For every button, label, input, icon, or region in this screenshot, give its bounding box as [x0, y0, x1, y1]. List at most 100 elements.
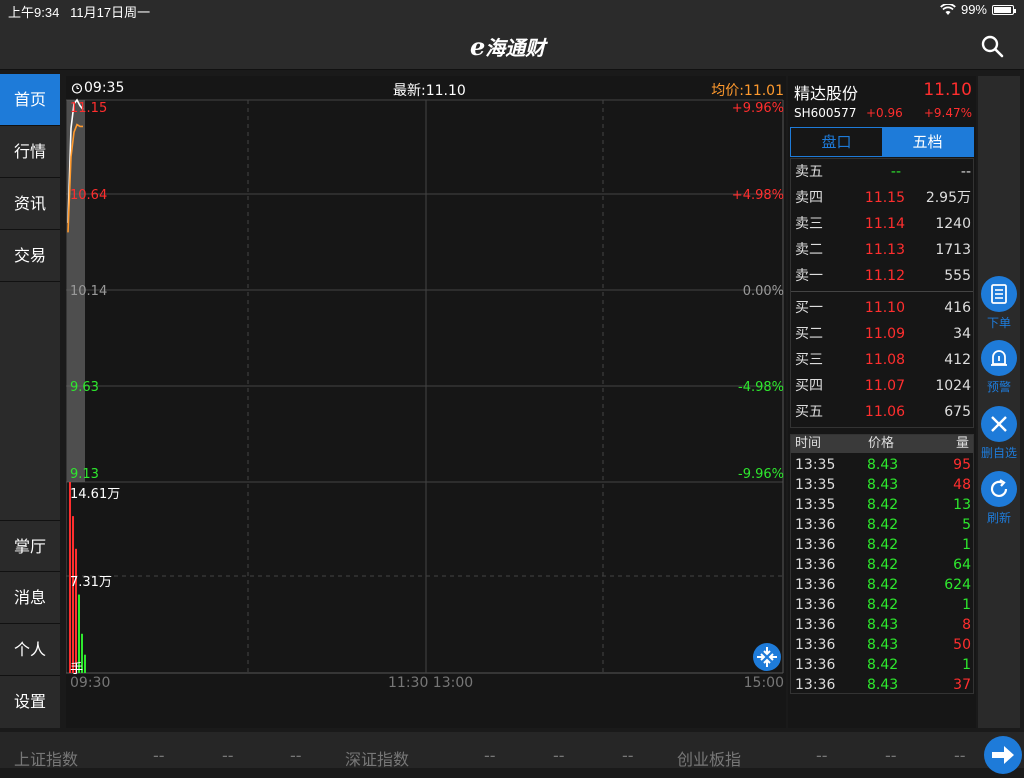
- ask-label: 卖五: [795, 164, 823, 180]
- tick-list[interactable]: 时间 价格 量 13:35 8.43 95 13:35 8.43 48 13:35 8.42 1…: [790, 434, 974, 694]
- left-nav: 首页 行情 资讯 交易 掌厅 消息 个人 设置: [0, 74, 60, 728]
- nav-item-trade[interactable]: 交易: [0, 230, 60, 282]
- refresh-button[interactable]: 刷新: [980, 471, 1018, 526]
- price-level-label: 11.15: [70, 101, 108, 116]
- tick-price: 8.42: [867, 557, 899, 573]
- tick-price: 8.42: [867, 517, 899, 533]
- bid-volume: 675: [944, 404, 971, 420]
- tick-time: 13:35: [795, 497, 836, 513]
- volume-bar: [75, 548, 77, 673]
- bid-row: 买一 11.10 416: [795, 295, 971, 321]
- tick-volume: 13: [953, 497, 971, 513]
- order-book-divider: [791, 291, 973, 292]
- index-value: --: [622, 746, 634, 765]
- ask-volume: 555: [944, 268, 971, 284]
- tick-time: 13:36: [795, 517, 836, 533]
- bid-price: 11.10: [864, 300, 905, 316]
- ask-volume: 1240: [935, 216, 971, 232]
- remove-watchlist-button[interactable]: 删自选: [980, 406, 1018, 461]
- timeshare-chart[interactable]: [66, 76, 786, 716]
- ask-volume: 2.95万: [925, 190, 971, 206]
- order-book: 卖五 -- -- 卖四 11.15 2.95万 卖三 11.14 1240 卖二…: [790, 158, 974, 428]
- bid-volume: 34: [953, 326, 971, 342]
- order-form-icon: [981, 276, 1017, 312]
- ask-label: 卖四: [795, 190, 823, 206]
- tick-time: 13:36: [795, 577, 836, 593]
- tick-row: 13:36 8.42 5: [795, 515, 971, 535]
- tab-pankou[interactable]: 盘口: [791, 128, 882, 156]
- nav-item-settings[interactable]: 设置: [0, 676, 60, 728]
- bid-price: 11.09: [864, 326, 905, 342]
- pct-level-label: +4.98%: [731, 188, 784, 203]
- tick-header-volume: 量: [955, 436, 969, 451]
- nav-item-hall[interactable]: 掌厅: [0, 520, 60, 572]
- tick-row: 13:36 8.43 37: [795, 675, 971, 695]
- bid-price: 11.07: [864, 378, 905, 394]
- volume-bar: [72, 516, 74, 673]
- volume-max-label: 14.61万: [70, 487, 121, 502]
- quote-tabs: 盘口 五档: [790, 127, 974, 157]
- status-date: 11月17日周一: [70, 5, 151, 20]
- ask-price: --: [890, 164, 901, 180]
- logo-e: e: [470, 32, 486, 61]
- tick-price: 8.42: [867, 577, 899, 593]
- price-level-label: 10.64: [70, 188, 108, 203]
- bid-volume: 416: [944, 300, 971, 316]
- tick-price: 8.43: [867, 617, 899, 633]
- tick-time: 13:36: [795, 677, 836, 693]
- x-axis-label: 15:00: [743, 675, 784, 691]
- action-sidebar: 下单 预警 删自选 刷新: [978, 76, 1020, 728]
- tick-row: 13:36 8.42 1: [795, 655, 971, 675]
- place-order-button[interactable]: 下单: [980, 276, 1018, 331]
- alert-label: 预警: [986, 380, 1011, 394]
- tick-volume: 1: [962, 597, 971, 613]
- nav-item-messages[interactable]: 消息: [0, 572, 60, 624]
- remove-watchlist-label: 删自选: [980, 446, 1017, 460]
- tick-time: 13:35: [795, 457, 836, 473]
- ask-price: 11.13: [864, 242, 905, 258]
- tick-header-price: 价格: [868, 436, 895, 451]
- index-name: 深证指数: [345, 750, 410, 769]
- price-level-label: 9.63: [70, 380, 99, 395]
- price-level-label: 10.14: [70, 284, 108, 299]
- index-ticker-bar[interactable]: 上证指数 -- -- -- 深证指数 -- -- -- 创业板指 -- -- -…: [0, 732, 1024, 774]
- collapse-chart-button[interactable]: [753, 643, 781, 671]
- battery-icon: [992, 4, 1016, 15]
- tab-wudang[interactable]: 五档: [882, 128, 973, 156]
- pct-level-label: -9.96%: [738, 467, 784, 482]
- tick-header-time: 时间: [795, 436, 822, 451]
- refresh-label: 刷新: [986, 511, 1011, 525]
- bid-price: 11.08: [864, 352, 905, 368]
- index-value: --: [885, 746, 897, 765]
- search-icon[interactable]: [980, 34, 1004, 58]
- ask-row: 卖四 11.15 2.95万: [795, 185, 971, 211]
- volume-bar: [84, 654, 86, 673]
- bid-label: 买一: [795, 300, 823, 316]
- stock-name: 精达股份: [794, 84, 859, 103]
- index-value: --: [484, 746, 496, 765]
- ask-volume: 1713: [935, 242, 971, 258]
- tick-row: 13:35 8.43 48: [795, 475, 971, 495]
- bid-price: 11.06: [864, 404, 905, 420]
- more-indices-button[interactable]: [984, 736, 1022, 774]
- place-order-label: 下单: [986, 316, 1011, 330]
- status-time: 上午9:34: [8, 5, 60, 20]
- timeshare-chart-panel: 09:35 最新:11.10 均价:11.01 11.15 10.64 10.1…: [66, 76, 786, 728]
- stock-code: SH600577: [794, 106, 857, 120]
- nav-item-market[interactable]: 行情: [0, 126, 60, 178]
- tick-volume: 64: [953, 557, 971, 573]
- tick-price: 8.43: [867, 677, 899, 693]
- nav-item-profile[interactable]: 个人: [0, 624, 60, 676]
- status-time-date: 上午9:34 11月17日周一: [8, 2, 150, 21]
- bid-label: 买五: [795, 404, 823, 420]
- tick-volume: 48: [953, 477, 971, 493]
- index-value: --: [816, 746, 828, 765]
- nav-item-home[interactable]: 首页: [0, 74, 60, 126]
- close-icon: [981, 406, 1017, 442]
- stock-change-pct: +9.47%: [923, 106, 972, 120]
- alert-button[interactable]: 预警: [980, 340, 1018, 395]
- stock-price: 11.10: [923, 80, 972, 100]
- tick-time: 13:36: [795, 637, 836, 653]
- wifi-icon: [940, 3, 956, 15]
- nav-item-news[interactable]: 资讯: [0, 178, 60, 230]
